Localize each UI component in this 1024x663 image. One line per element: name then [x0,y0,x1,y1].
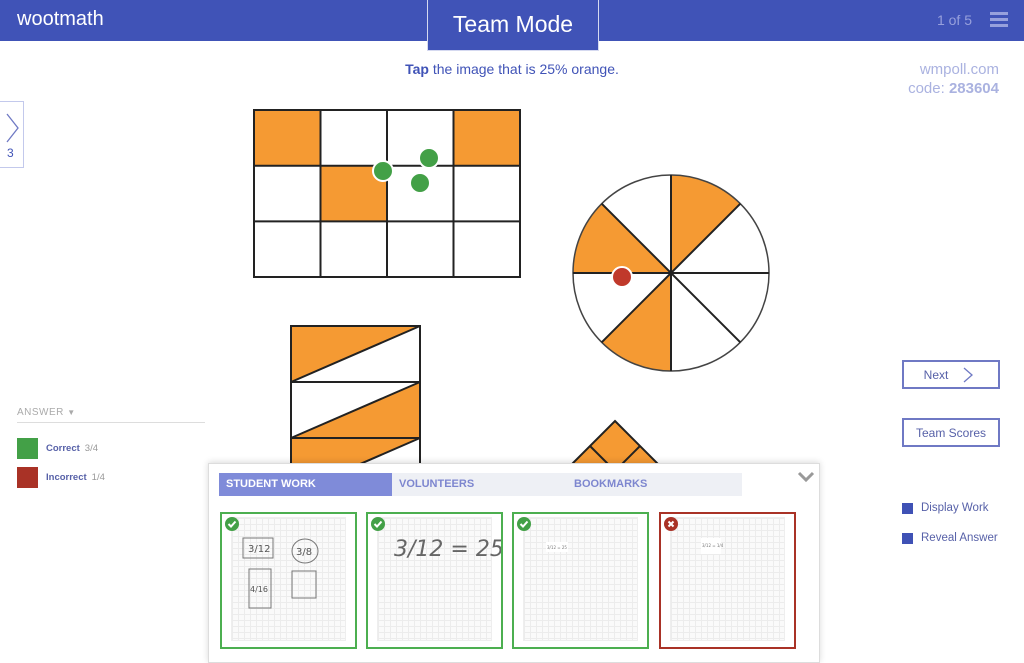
legend-correct: Correct 3/4 [17,438,98,459]
prompt-bold: Tap [405,61,429,77]
tab-bookmarks[interactable]: BOOKMARKS [567,473,742,496]
handwritten-work: 3/12 = 25 [394,537,501,562]
correct-swatch [17,438,38,459]
check-circle-icon [371,517,385,531]
chevron-down-icon[interactable] [797,470,815,484]
tab-volunteers[interactable]: VOLUNTEERS [392,473,567,496]
check-circle-icon [225,517,239,531]
poll-site: wmpoll.com [919,61,999,78]
student-work-card[interactable]: 3/12 = 25 [366,512,503,649]
student-work-card[interactable]: 3/12 = 1/4 [659,512,796,649]
question-prompt: Tap the image that is 25% orange. [0,61,1024,77]
drawer-count: 3 [7,146,14,160]
checkbox[interactable] [902,502,913,514]
work-text: 3/8 [296,547,312,558]
student-work-card[interactable]: 3/12 = 25 [512,512,649,649]
page-counter: 1 of 5 [936,12,972,28]
work-text: 3/12 = 25 [547,545,567,550]
legend-incorrect: Incorrect 1/4 [17,467,105,488]
x-circle-icon [664,517,678,531]
answer-heading: ANSWER [17,407,64,418]
reveal-answer-label: Reveal Answer [921,532,998,544]
work-text: 3/12 = 25 [394,537,501,562]
next-button[interactable]: Next [902,360,1000,389]
work-text: 4/16 [250,585,268,594]
legend-count: 1/4 [91,472,105,483]
handwritten-work: 3/12 = 25 [546,542,568,552]
display-work-toggle[interactable]: Display Work [902,502,989,514]
checkbox[interactable] [902,532,913,544]
check-circle-icon [517,517,531,531]
reveal-answer-toggle[interactable]: Reveal Answer [902,532,998,544]
answer-filter[interactable]: ANSWER ▼ [17,407,205,423]
logo: wootmath [17,8,104,30]
handwritten-work: 3/12 3/8 4/16 [242,537,319,609]
chevron-right-icon [6,113,19,143]
incorrect-swatch [17,467,38,488]
caret-down-icon: ▼ [67,408,76,417]
legend-label: Correct [46,443,80,454]
handwritten-work: 3/12 = 1/4 [701,538,724,554]
poll-code: 283604 [948,80,999,97]
side-drawer-toggle[interactable]: 3 [0,101,24,168]
poll-info: wmpoll.com code: 283604 [908,60,999,98]
work-text: 3/12 = 1/4 [702,543,724,548]
circle-shape[interactable] [572,174,770,372]
mode-title: Team Mode [427,0,599,51]
legend-label: Incorrect [46,472,87,483]
tab-student-work[interactable]: STUDENT WORK [219,473,392,496]
display-work-label: Display Work [921,502,989,514]
code-label: code: [908,80,949,97]
work-text: 3/12 [248,544,270,555]
legend-count: 3/4 [84,443,99,454]
prompt-text: the image that is 25% orange. [428,61,619,77]
hamburger-icon[interactable] [990,12,1008,27]
team-scores-button[interactable]: Team Scores [902,418,1000,447]
next-label: Next [923,367,949,382]
chevron-right-icon [963,367,974,382]
student-work-panel: STUDENT WORK VOLUNTEERS BOOKMARKS 3/12 3… [208,463,820,663]
grid-shape[interactable] [253,109,521,278]
student-work-card[interactable]: 3/12 3/8 4/16 [220,512,357,649]
